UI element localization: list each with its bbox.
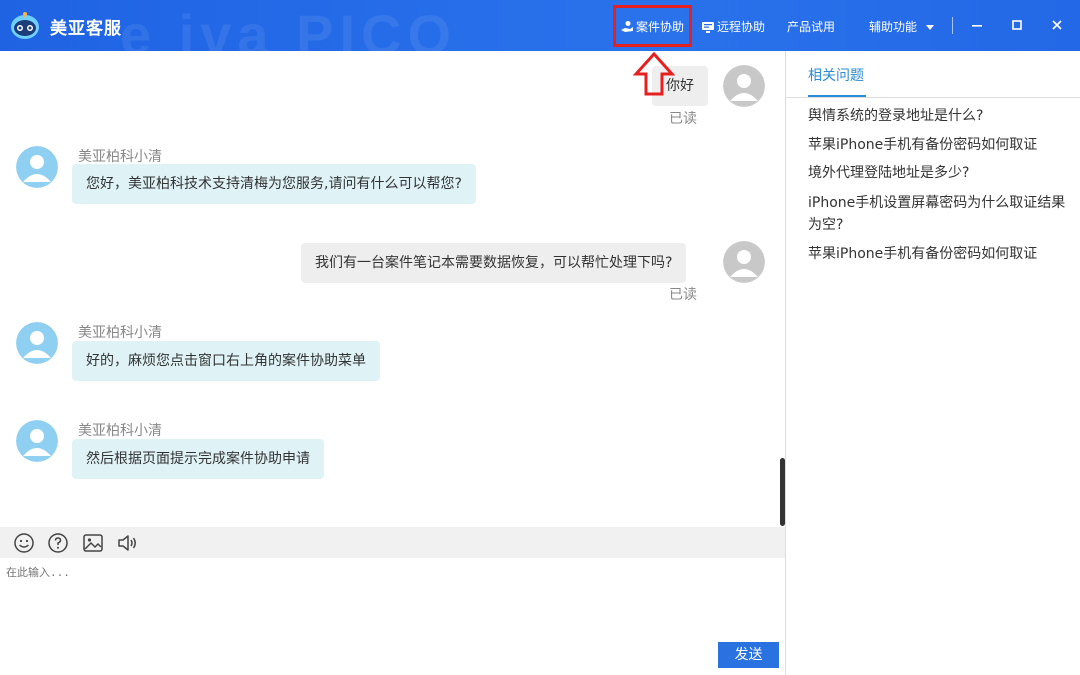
image-icon[interactable] xyxy=(81,531,105,555)
agent-avatar-icon xyxy=(16,146,58,188)
related-questions-panel: 相关问题 舆情系统的登录地址是什么? 苹果iPhone手机有备份密码如何取证 境… xyxy=(786,51,1080,675)
emoji-icon[interactable] xyxy=(12,531,36,555)
product-trial-menu[interactable]: 产品试用 xyxy=(787,18,835,35)
caret-down-icon xyxy=(926,24,935,30)
minimize-icon xyxy=(972,25,982,27)
sender-name: 美亚柏科小清 xyxy=(78,423,162,439)
question-item[interactable]: 苹果iPhone手机有备份密码如何取证 xyxy=(808,134,1070,156)
question-item[interactable]: iPhone手机设置屏幕密码为什么取证结果为空? xyxy=(808,192,1070,236)
agent-message-bubble: 您好，美亚柏科技术支持清梅为您服务,请问有什么可以帮您? xyxy=(72,164,476,204)
question-item[interactable]: 舆情系统的登录地址是什么? xyxy=(808,105,1070,127)
tab-divider xyxy=(786,97,1080,98)
close-icon xyxy=(1052,20,1062,30)
user-avatar-icon xyxy=(723,241,765,283)
sender-name: 美亚柏科小清 xyxy=(78,149,162,165)
message-input-area xyxy=(0,558,785,675)
message-input[interactable] xyxy=(6,564,776,634)
send-button[interactable]: 发送 xyxy=(718,642,779,668)
chat-history[interactable]: 你好 已读 美亚柏科小清 您好，美亚柏科技术支持清梅为您服务,请问有什么可以帮您… xyxy=(0,51,785,527)
question-item[interactable]: 苹果iPhone手机有备份密码如何取证 xyxy=(808,243,1070,265)
sender-name: 美亚柏科小清 xyxy=(78,325,162,341)
agent-message-bubble: 然后根据页面提示完成案件协助申请 xyxy=(72,439,324,479)
user-avatar xyxy=(723,241,765,283)
tab-related-questions[interactable]: 相关问题 xyxy=(808,65,864,85)
close-button[interactable] xyxy=(1046,14,1068,36)
help-icon[interactable] xyxy=(46,531,70,555)
header-divider xyxy=(952,17,953,34)
up-arrow-annotation-icon xyxy=(633,51,675,96)
robot-logo-icon xyxy=(11,12,39,39)
read-status: 已读 xyxy=(669,287,697,303)
agent-avatar xyxy=(16,322,58,364)
maximize-icon xyxy=(1012,20,1022,30)
remote-assist-label: 远程协助 xyxy=(717,20,766,34)
agent-message-bubble: 好的，麻烦您点击窗口右上角的案件协助菜单 xyxy=(72,341,380,381)
user-avatar-icon xyxy=(723,65,765,107)
minimize-button[interactable] xyxy=(966,14,988,36)
agent-avatar xyxy=(16,420,58,462)
title-bar: e iva PICO 美亚客服 案件协助 远程协助 产品试用 辅助功能 xyxy=(0,0,1080,66)
app-title: 美亚客服 xyxy=(50,19,122,39)
agent-avatar xyxy=(16,146,58,188)
read-status: 已读 xyxy=(669,111,697,127)
product-trial-label: 产品试用 xyxy=(787,20,836,34)
remote-assist-menu[interactable]: 远程协助 xyxy=(701,18,765,35)
aux-functions-label: 辅助功能 xyxy=(869,20,918,34)
user-message-bubble: 我们有一台案件笔记本需要数据恢复，可以帮忙处理下吗? xyxy=(301,243,687,283)
sound-icon[interactable] xyxy=(115,531,139,555)
monitor-icon xyxy=(702,21,714,33)
question-item[interactable]: 境外代理登陆地址是多少? xyxy=(808,162,1070,184)
aux-functions-menu[interactable]: 辅助功能 xyxy=(869,18,937,35)
input-toolbar xyxy=(0,527,785,558)
agent-avatar-icon xyxy=(16,322,58,364)
highlight-box xyxy=(613,5,692,47)
maximize-button[interactable] xyxy=(1006,14,1028,36)
user-avatar xyxy=(723,65,765,107)
agent-avatar-icon xyxy=(16,420,58,462)
